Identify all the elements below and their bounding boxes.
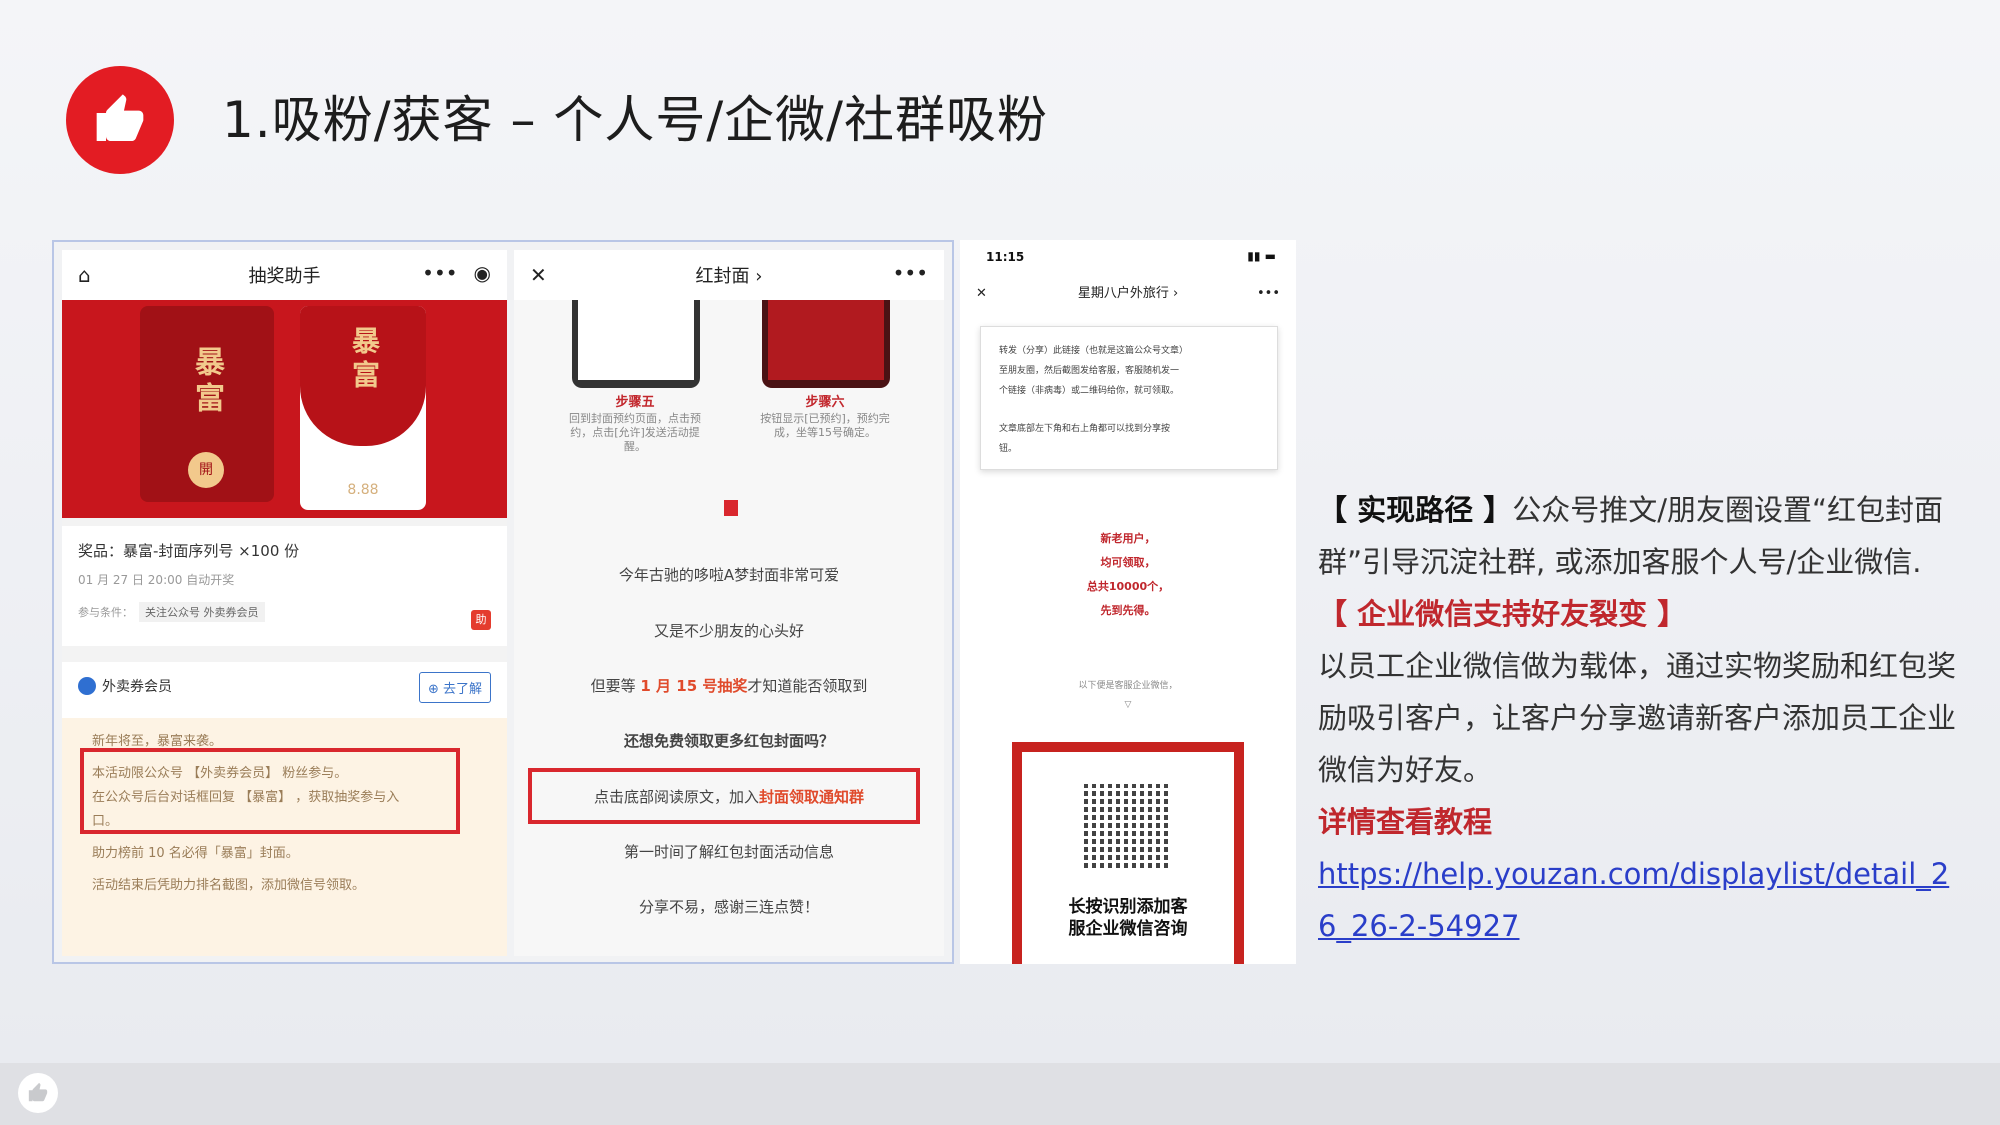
page-title: 1.吸粉/获客 – 个人号/企微/社群吸粉: [222, 91, 1049, 149]
envelope-amount: 8.88: [347, 482, 379, 498]
prize-card: 奖品：暴富-封面序列号 ×100 份 01 月 27 日 20:00 自动开奖 …: [62, 526, 507, 646]
article-line: 分享不易，感谢三连点赞！: [638, 898, 819, 916]
article-line: 今年古驰的哆啦A梦封面非常可爱: [618, 566, 840, 584]
prize-line: 奖品：暴富-封面序列号 ×100 份: [78, 542, 300, 560]
account-avatar: [78, 677, 96, 695]
rule-line: 活动结束后凭助力排名截图，添加微信号领取。: [92, 878, 366, 893]
open-coin: 開: [188, 452, 224, 488]
red-envelope-opened: 暴富 8.88: [300, 306, 426, 510]
notice-line: 新老用户，: [1100, 532, 1156, 545]
battery-icon: ▮▮ ▬: [1247, 249, 1276, 263]
chevron-down-icon: ▽: [1124, 700, 1132, 710]
tutorial-link[interactable]: https://help.youzan.com/displaylist/deta…: [1318, 857, 1949, 943]
notice-line: 先到先得。: [1100, 604, 1156, 617]
article-line: 第一时间了解红包封面活动信息: [623, 843, 834, 861]
rule-line: 助力榜前 10 名必得「暴富」封面。: [92, 846, 299, 861]
close-icon[interactable]: ✕: [976, 274, 987, 314]
envelope-text: 暴富: [348, 326, 381, 394]
thumbs-up-icon: [18, 1073, 58, 1113]
navbar: ✕ 红封面 › •••: [514, 250, 944, 300]
notice-line: 总共10000个，: [1086, 580, 1170, 593]
step5-screenshot: [572, 300, 700, 388]
more-icon[interactable]: •••: [893, 261, 928, 285]
wecom-fission-heading: 【 企业微信支持好友裂变 】: [1318, 597, 1687, 631]
description-panel: 【 实现路径 】公众号推文/朋友圈设置“红包封面群”引导沉淀社群, 或添加客服个…: [1318, 484, 1958, 952]
step6-screenshot: [762, 300, 890, 388]
lottery-phone-screen: ⌂ 抽奖助手 ••• ◉ 暴富 開 暴富 8.88 奖品：暴富-封面序列号 ×10…: [62, 250, 507, 956]
qr-code[interactable]: [1084, 784, 1172, 868]
highlight-box: [80, 748, 460, 834]
notice-line: 均可领取，: [1100, 556, 1156, 569]
more-icon[interactable]: •••: [422, 261, 457, 285]
nav-title: 红封面 ›: [695, 266, 763, 287]
home-icon[interactable]: ⌂: [78, 263, 91, 287]
service-phone-screen: 11:15 ▮▮ ▬ ✕ 星期八户外旅行 › ••• 转发（分享）此链接（也就是这…: [960, 240, 1296, 964]
nav-title: 星期八户外旅行 ›: [1077, 286, 1179, 301]
red-envelope-banner: 暴富 開 暴富 8.88: [62, 300, 507, 518]
nav-title: 抽奖助手: [248, 266, 321, 287]
implementation-path: 【 实现路径 】公众号推文/朋友圈设置“红包封面群”引导沉淀社群, 或添加客服个…: [1318, 493, 1943, 579]
envelope-text: 暴富: [189, 346, 224, 418]
step5: 步骤五 回到封面预约页面，点击预约，点击[允许]发送活动提醒。: [569, 395, 701, 454]
status-time: 11:15: [986, 250, 1025, 264]
condition-tag: 关注公众号 外卖券会员: [139, 602, 265, 622]
status-bar: 11:15 ▮▮ ▬: [960, 240, 1296, 274]
article-line: 还想免费领取更多红包封面吗？: [623, 732, 834, 750]
add-user-icon: ⊕: [427, 682, 443, 697]
navbar: ⌂ 抽奖助手 ••• ◉: [62, 250, 507, 300]
wecom-fission-text: 以员工企业微信做为载体，通过实物奖励和红包奖励吸引客户，让客户分享邀请新客户添加…: [1318, 649, 1957, 787]
close-icon[interactable]: ✕: [530, 263, 547, 287]
thumbs-up-icon: [66, 66, 174, 174]
red-packet-icon: [724, 500, 738, 516]
more-icon[interactable]: •••: [1257, 274, 1280, 314]
account-card: 外卖券会员 ⊕ 去了解 新年将至，暴富来袭。 本活动限公众号 【外卖券会员】 粉…: [62, 662, 507, 956]
red-envelope-cover: 暴富 開: [140, 306, 274, 502]
time-line: 01 月 27 日 20:00 自动开奖: [78, 573, 235, 587]
step6: 步骤六 按钮显示[已预约]，预约完成，坐等15号确定。: [760, 395, 890, 440]
learn-more-button[interactable]: ⊕ 去了解: [418, 672, 491, 703]
assist-badge[interactable]: 助: [471, 610, 491, 630]
qr-code-card[interactable]: 长按识别添加客 服企业微信咨询: [1012, 742, 1244, 964]
account-name: 外卖券会员: [102, 679, 172, 695]
article-phone-screen: ✕ 红封面 › ••• 步骤五 回到封面预约页面，点击预约，点击[允许]发送活动提…: [514, 250, 944, 956]
service-hint: 以下便是客服企业微信，: [1078, 681, 1178, 691]
highlight-box: [528, 768, 920, 824]
navbar: ✕ 星期八户外旅行 › •••: [960, 274, 1296, 314]
qr-caption: 长按识别添加客 服企业微信咨询: [1068, 897, 1188, 939]
target-icon[interactable]: ◉: [474, 261, 491, 285]
screenshot-panel: ⌂ 抽奖助手 ••• ◉ 暴富 開 暴富 8.88 奖品：暴富-封面序列号 ×10…: [52, 240, 954, 964]
tutorial-heading: 详情查看教程: [1318, 805, 1493, 839]
condition-label: 参与条件：: [78, 606, 133, 619]
article-line: 但要等 1 月 15 号抽奖才知道能否领取到: [590, 677, 868, 695]
instruction-card: 转发（分享）此链接（也就是这篇公众号文章） 至朋友圈，然后截图发给客服，客服随机…: [980, 326, 1278, 470]
footer-bar: [0, 1063, 2000, 1125]
article-line: 又是不少朋友的心头好: [653, 622, 804, 640]
